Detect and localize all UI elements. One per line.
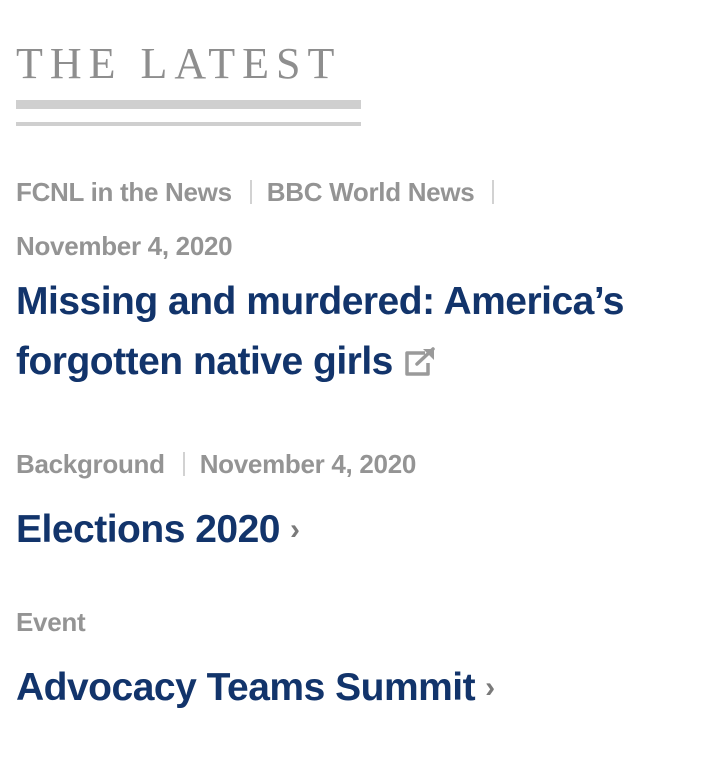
meta-separator [182,452,185,476]
item-category[interactable]: FCNL in the News [16,176,232,208]
item-headline-text: Missing and murdered: America’s forgotte… [16,280,624,383]
title-underline-thin [16,122,361,126]
item-source: BBC World News [266,177,475,207]
news-item: Background November 4, 2020 Elections 20… [16,448,702,560]
item-headline-text: Elections 2020 [16,508,280,551]
chevron-right-icon: › [485,671,495,704]
item-meta: Event [16,606,702,638]
item-meta: Background November 4, 2020 [16,448,702,480]
news-item: Event Advocacy Teams Summit › [16,606,702,718]
meta-separator [249,180,252,204]
item-headline-link[interactable]: Missing and murdered: America’s forgotte… [16,272,702,395]
item-date: November 4, 2020 [199,449,417,479]
external-link-icon [403,335,437,395]
item-category[interactable]: Event [16,606,86,638]
chevron-right-icon: › [289,513,300,546]
item-date: November 4, 2020 [16,231,233,261]
item-headline-link[interactable]: Elections 2020 › [16,500,702,560]
news-item: FCNL in the News BBC World News November… [16,176,702,395]
item-meta: FCNL in the News BBC World News [16,176,702,208]
meta-separator [492,180,495,204]
title-underline-thick [16,100,361,109]
item-headline-link[interactable]: Advocacy Teams Summit › [16,658,702,718]
section-title: THE LATEST [16,39,342,88]
item-category[interactable]: Background [16,448,165,480]
item-headline-text: Advocacy Teams Summit [16,666,476,709]
